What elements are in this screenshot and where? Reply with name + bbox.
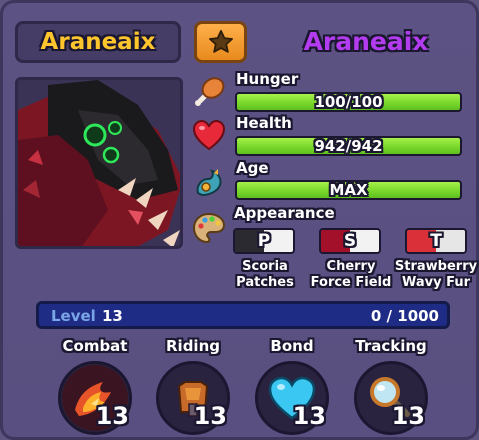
appearance-item-label: Scoria Patches <box>223 259 307 291</box>
swatch-letter: T <box>430 231 442 251</box>
appearance-item-type: Force Field <box>310 275 392 290</box>
level-xp: 0 / 1000 <box>370 307 439 325</box>
skill-combat-button[interactable]: 13 <box>58 361 132 435</box>
skill-tracking-button[interactable]: 13 <box>354 361 428 435</box>
appearance-item-type: Patches <box>236 275 294 290</box>
drumstick-icon <box>195 77 225 106</box>
skill-riding-button[interactable]: 13 <box>156 361 230 435</box>
skill-level-tracking: 13 <box>391 402 425 430</box>
appearance-item-label: Strawberry Wavy Fur <box>394 259 478 291</box>
level-label: Level <box>51 307 96 325</box>
hunger-bar: 100/100 <box>235 92 462 112</box>
creature-name: Araneaix <box>40 29 156 55</box>
health-label: Health <box>236 114 292 132</box>
skill-label-riding: Riding <box>166 337 220 355</box>
appearance-label: Appearance <box>234 204 335 222</box>
creature-panel: Araneaix Araneaix Hunger 100/100 Health … <box>0 0 479 440</box>
favorite-button[interactable] <box>194 21 247 63</box>
skill-level-bond: 13 <box>292 402 326 430</box>
level-progress-bar: Level 13 0 / 1000 <box>36 301 450 329</box>
creature-name-box[interactable]: Araneaix <box>15 21 181 63</box>
species-name: Araneaix <box>303 27 429 56</box>
skill-label-bond: Bond <box>270 337 314 355</box>
creature-head-image <box>18 80 180 246</box>
appearance-swatch-force-field[interactable]: S <box>319 228 381 254</box>
swatch-letter: P <box>257 231 271 251</box>
appearance-swatch-patches[interactable]: P <box>233 228 295 254</box>
skill-level-combat: 13 <box>95 402 129 430</box>
star-icon <box>208 30 233 53</box>
skill-label-combat: Combat <box>62 337 128 355</box>
age-label: Age <box>236 159 269 177</box>
heart-icon <box>192 119 226 151</box>
age-bar: MAX <box>235 180 462 200</box>
age-value: MAX <box>329 181 368 199</box>
health-value: 942/942 <box>314 137 383 155</box>
skill-label-tracking: Tracking <box>355 337 427 355</box>
appearance-swatch-fur[interactable]: T <box>405 228 467 254</box>
appearance-item-name: Scoria <box>242 259 288 274</box>
appearance-item-name: Cherry <box>326 259 376 274</box>
appearance-item-name: Strawberry <box>394 259 478 274</box>
swatch-letter: S <box>343 231 357 251</box>
creature-portrait <box>15 77 183 249</box>
health-bar: 942/942 <box>235 136 462 156</box>
hunger-label: Hunger <box>236 70 299 88</box>
palette-icon <box>192 212 226 244</box>
appearance-item-type: Wavy Fur <box>401 275 471 290</box>
level-value: 13 <box>102 307 123 325</box>
skill-bond-button[interactable]: 13 <box>255 361 329 435</box>
dragon-age-icon <box>196 169 222 197</box>
skill-level-riding: 13 <box>193 402 227 430</box>
appearance-item-label: Cherry Force Field <box>309 259 393 291</box>
hunger-value: 100/100 <box>314 93 383 111</box>
